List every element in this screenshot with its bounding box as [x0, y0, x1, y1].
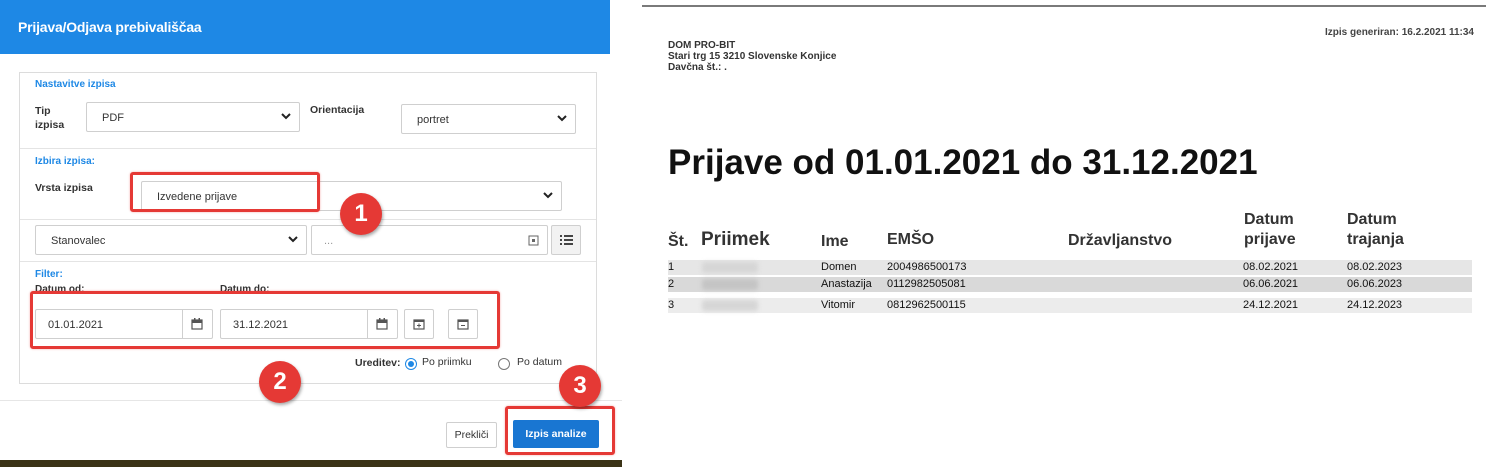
redacted-surname	[702, 279, 758, 290]
redacted-surname	[702, 300, 758, 311]
col-date-registration-line2: prijave	[1244, 231, 1296, 248]
step-marker-1: 1	[340, 193, 382, 235]
col-date-duration-line2: trajanja	[1347, 231, 1404, 248]
row-date-registration: 06.06.2021	[1243, 278, 1299, 290]
search-placeholder: ...	[324, 235, 334, 247]
row-date-duration: 24.12.2023	[1347, 299, 1403, 311]
company-tax-number: Davčna št.: .	[668, 62, 727, 73]
list-button[interactable]	[551, 225, 581, 255]
chevron-down-icon	[543, 192, 553, 199]
row-no: 2	[668, 278, 675, 290]
table-row: 3 Vitomir 0812962500115 24.12.2021 24.12…	[668, 298, 1472, 313]
company-info: DOM PRO-BIT Stari trg 15 3210 Slovenske …	[668, 40, 836, 73]
row-emso: 0812962500115	[887, 299, 966, 311]
col-date-duration-line1: Datum	[1347, 211, 1397, 228]
sort-by-surname-radio[interactable]	[405, 358, 417, 370]
step-marker-3: 3	[559, 365, 601, 407]
orientation-select[interactable]: portret	[401, 104, 576, 134]
row-name: Anastazija	[821, 278, 872, 290]
row-date-registration: 08.02.2021	[1243, 261, 1299, 273]
bottom-strip	[0, 460, 622, 467]
highlight-box-1	[130, 172, 320, 212]
col-date-registration-line1: Datum	[1244, 211, 1294, 228]
dialog-header: Prijava/Odjava prebivališčaa	[0, 0, 610, 54]
chevron-down-icon	[281, 113, 291, 120]
orientation-select-value: portret	[417, 114, 449, 126]
row-name: Vitomir	[821, 299, 856, 311]
col-date-duration: Datum trajanja	[1347, 211, 1404, 249]
report-title: Prijave od 01.01.2021 do 31.12.2021	[668, 143, 1258, 182]
filter-section-title: Filter:	[35, 269, 63, 280]
divider	[20, 148, 596, 149]
report-preview: Izpis generiran: 16.2.2021 11:34 DOM PRO…	[622, 0, 1486, 467]
sort-by-surname-label: Po priimku	[422, 356, 472, 368]
highlight-box-3	[505, 406, 615, 455]
chevron-down-icon	[288, 236, 298, 243]
orientation-label: Orientacija	[310, 104, 365, 116]
row-emso: 2004986500173	[887, 261, 967, 273]
table-row: 2 Anastazija 0112982505081 06.06.2021 06…	[668, 277, 1472, 292]
highlight-box-2	[30, 291, 500, 349]
col-no: Št.	[668, 233, 689, 250]
row-emso: 0112982505081	[887, 278, 966, 290]
kind-label: Vrsta izpisa	[35, 182, 93, 194]
generated-timestamp: Izpis generiran: 16.2.2021 11:34	[1325, 27, 1474, 38]
sort-label: Ureditev:	[355, 357, 401, 369]
col-emso: EMŠO	[887, 231, 935, 248]
list-icon	[560, 235, 573, 245]
type-select-value: PDF	[102, 112, 124, 124]
resident-select[interactable]: Stanovalec	[35, 225, 307, 255]
step-marker-2: 2	[259, 361, 301, 403]
sort-by-date-radio[interactable]	[498, 358, 510, 370]
report-dialog: Prijava/Odjava prebivališčaa Nastavitve …	[0, 0, 622, 467]
company-name: DOM PRO-BIT	[668, 40, 736, 51]
divider	[20, 219, 596, 220]
selection-section-title: Izbira izpisa:	[35, 156, 96, 167]
row-no: 3	[668, 299, 675, 311]
redacted-surname	[702, 262, 758, 273]
col-name: Ime	[821, 233, 849, 250]
dialog-title: Prijava/Odjava prebivališčaa	[18, 19, 202, 35]
col-citizenship: Državljanstvo	[1068, 232, 1173, 249]
row-no: 1	[668, 261, 675, 273]
company-address: Stari trg 15 3210 Slovenske Konjice	[668, 51, 837, 62]
resident-select-value: Stanovalec	[51, 235, 106, 247]
col-surname: Priimek	[701, 229, 770, 250]
type-label: Tip izpisa	[35, 105, 65, 131]
table-row: 1 Domen 2004986500173 08.02.2021 08.02.2…	[668, 260, 1472, 275]
cancel-button[interactable]: Prekliči	[446, 422, 497, 448]
row-date-duration: 08.02.2023	[1347, 261, 1403, 273]
divider	[20, 261, 596, 262]
report-top-border	[642, 5, 1486, 7]
settings-section-title: Nastavitve izpisa	[35, 79, 116, 90]
sort-by-date-label: Po datum	[517, 356, 562, 368]
row-name: Domen	[821, 261, 857, 273]
row-date-duration: 06.06.2023	[1347, 278, 1403, 290]
chevron-down-icon	[557, 115, 567, 122]
col-date-registration: Datum prijave	[1244, 211, 1296, 249]
row-date-registration: 24.12.2021	[1243, 299, 1299, 311]
type-select[interactable]: PDF	[86, 102, 300, 132]
calendar-icon	[528, 235, 539, 246]
